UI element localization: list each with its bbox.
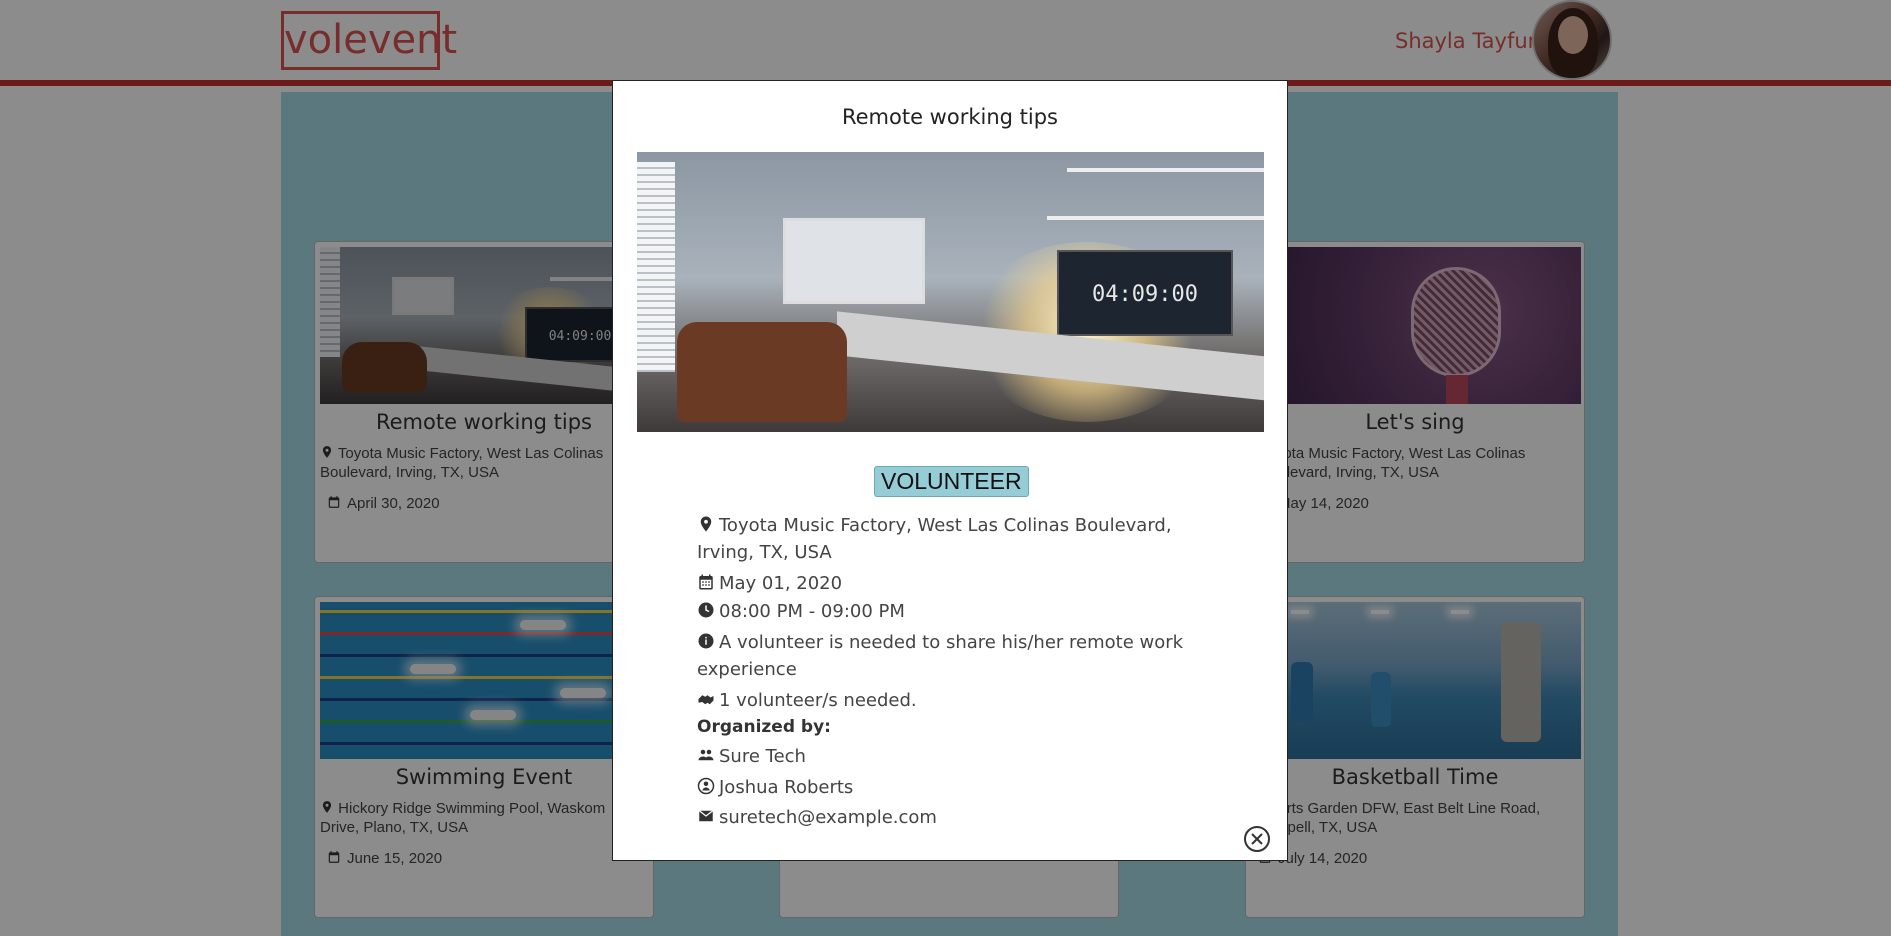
modal-volunteers-text: 1 volunteer/s needed.: [719, 690, 917, 711]
chair: [677, 322, 847, 422]
modal-title: Remote working tips: [841, 105, 1058, 129]
modal-contact-person: Joshua Roberts: [697, 774, 1197, 801]
modal-description: A volunteer is needed to share his/her r…: [697, 629, 1197, 683]
event-detail-modal: Remote working tips 04:09:00 VOLUNTEER T…: [612, 80, 1288, 861]
modal-volunteers: 1 volunteer/s needed.: [697, 687, 1197, 714]
clock-icon: [698, 602, 714, 618]
contact-person-name: Joshua Roberts: [719, 777, 854, 798]
info-icon: [698, 633, 714, 649]
wall-shelf: [1047, 216, 1264, 220]
contact-email[interactable]: suretech@example.com: [719, 807, 937, 828]
close-icon: [1251, 833, 1263, 845]
group-icon: [698, 749, 714, 761]
role-badge: VOLUNTEER: [874, 466, 1029, 497]
modal-date-line-real: May 01, 2020: [697, 570, 1197, 597]
calendar-grid-icon: [699, 574, 713, 590]
modal-time-text: 08:00 PM - 09:00 PM: [719, 601, 905, 622]
modal-organization: Sure Tech: [697, 743, 1197, 770]
modal-location: Toyota Music Factory, West Las Colinas B…: [697, 512, 1197, 566]
organization-name: Sure Tech: [719, 746, 806, 767]
wall-shelf: [1067, 168, 1264, 172]
modal-description-text: A volunteer is needed to share his/her r…: [697, 632, 1184, 680]
organized-by-label: Organized by:: [697, 717, 831, 737]
mail-icon: [698, 810, 714, 822]
modal-time: 08:00 PM - 09:00 PM: [697, 598, 1197, 625]
window-blinds: [637, 162, 675, 372]
person-icon: [697, 777, 715, 795]
modal-date-text: May 01, 2020: [719, 573, 843, 594]
modal-location-text: Toyota Music Factory, West Las Colinas B…: [697, 515, 1172, 563]
modal-event-image-home-office: 04:09:00: [637, 152, 1264, 432]
close-modal-button[interactable]: [1244, 826, 1270, 852]
handshake-icon: [698, 695, 714, 705]
wall-frame: [783, 218, 925, 304]
modal-email: suretech@example.com: [697, 804, 1197, 831]
monitor: 04:09:00: [1057, 250, 1233, 336]
location-pin-icon: [700, 516, 712, 532]
